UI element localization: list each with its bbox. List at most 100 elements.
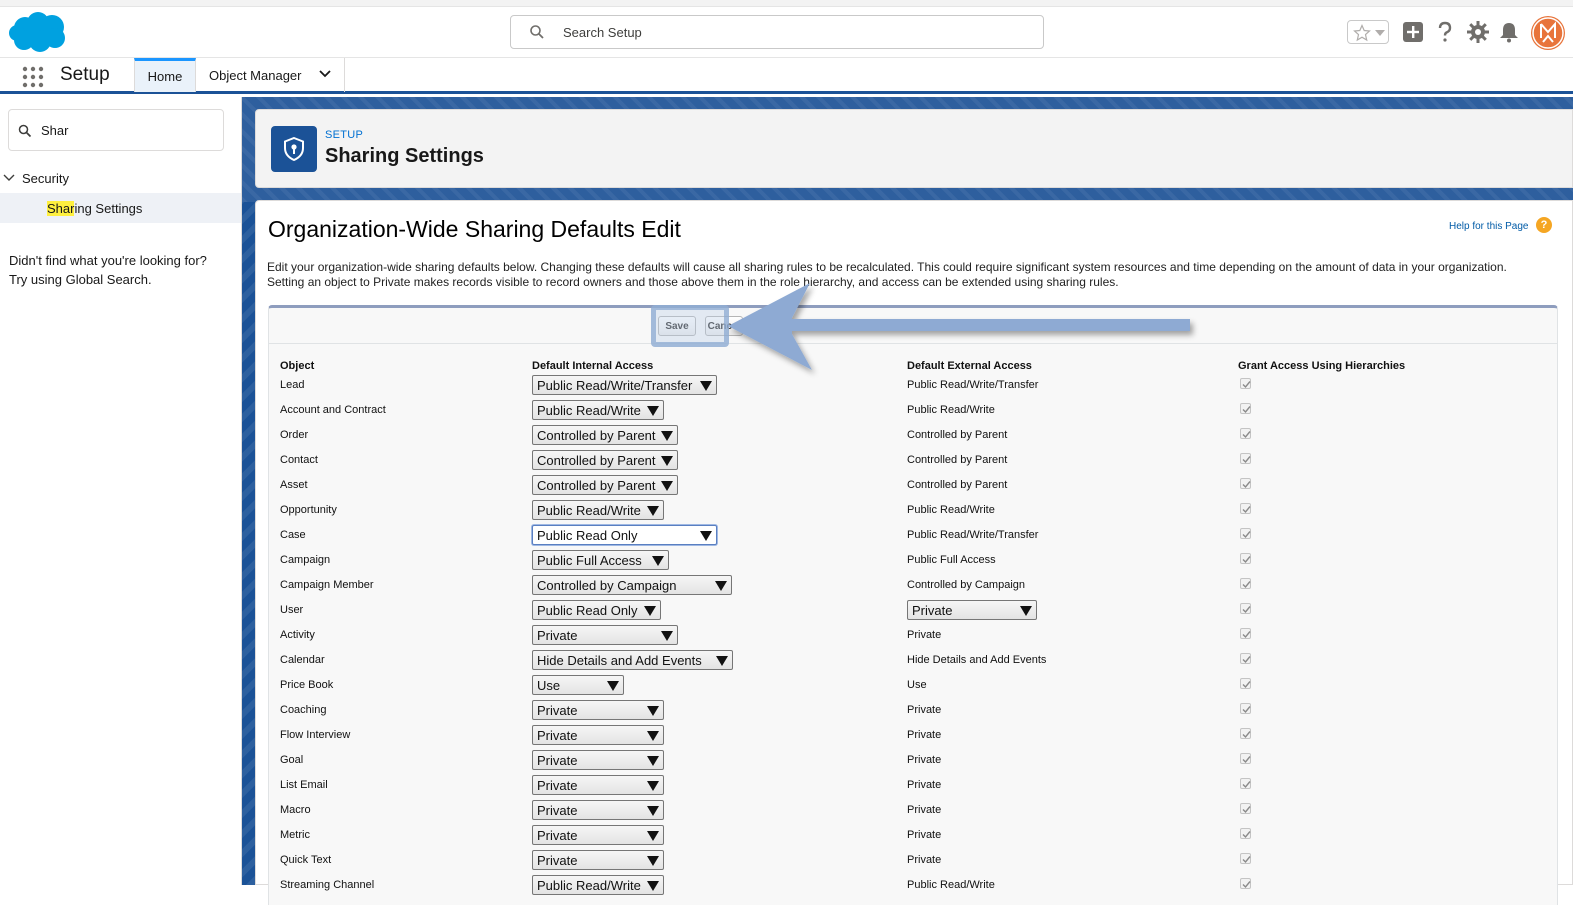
grant-access-checkbox <box>1240 577 1251 589</box>
global-search[interactable] <box>510 15 1044 49</box>
object-name-cell: Goal <box>280 753 304 766</box>
internal-access-select[interactable]: Private <box>532 824 664 845</box>
dropdown-arrow-icon <box>647 705 659 716</box>
search-icon <box>530 25 544 39</box>
internal-access-select[interactable]: Private <box>532 724 664 745</box>
internal-access-cell: Private <box>532 722 907 747</box>
table-body: Lead Public Read/Write/Transfer Public Rea… <box>280 372 1538 897</box>
external-access-cell: Use <box>907 678 927 691</box>
table-row: User Public Read Only Private <box>280 597 1538 622</box>
external-access-select[interactable]: Private <box>907 599 1037 620</box>
object-name-cell: Price Book <box>280 678 334 691</box>
table-row: Goal Private Private <box>280 747 1538 772</box>
object-name-cell: Macro <box>280 803 311 816</box>
hierarchy-cell <box>1238 847 1538 872</box>
internal-access-select[interactable]: Private <box>532 749 664 770</box>
internal-access-select[interactable]: Controlled by Campaign <box>532 574 732 595</box>
internal-access-select[interactable]: Public Read Only <box>532 524 717 545</box>
select-value: Private <box>537 827 578 843</box>
internal-access-select[interactable]: Controlled by Parent <box>532 424 678 445</box>
table-header-row: Object Default Internal Access Default E… <box>280 350 1538 372</box>
table-row: Activity Private Private <box>280 622 1538 647</box>
internal-access-select[interactable]: Hide Details and Add Events <box>532 649 733 670</box>
quick-find[interactable] <box>8 109 224 151</box>
help-question-icon[interactable]: ? <box>1536 217 1552 233</box>
help-icon[interactable] <box>1433 20 1457 44</box>
quick-find-input[interactable] <box>39 120 209 140</box>
table-row: Flow Interview Private Private <box>280 722 1538 747</box>
favorites-button[interactable] <box>1347 20 1389 44</box>
avatar-figure-icon <box>1532 17 1564 49</box>
external-access-cell: Private <box>907 828 942 841</box>
user-avatar[interactable] <box>1531 16 1565 50</box>
object-name-cell: Quick Text <box>280 853 332 866</box>
checkmark-icon <box>1242 805 1251 813</box>
external-access-cell: Private <box>907 803 942 816</box>
external-access-cell: Controlled by Parent <box>907 453 1008 466</box>
internal-access-select[interactable]: Public Read/Write <box>532 499 664 520</box>
context-bar: Setup Home Object Manager <box>0 57 1573 94</box>
dropdown-arrow-icon <box>647 755 659 766</box>
page-block: Save Cancel Object Default Internal Acce… <box>268 305 1558 905</box>
grant-access-checkbox <box>1240 627 1251 639</box>
notification-bell-icon[interactable] <box>1497 20 1521 44</box>
select-value: Private <box>537 727 578 743</box>
gear-icon[interactable] <box>1466 20 1490 44</box>
tab-home[interactable]: Home <box>134 58 196 92</box>
internal-access-select[interactable]: Public Full Access <box>532 549 669 570</box>
salesforce-logo[interactable] <box>8 11 68 53</box>
internal-access-select[interactable]: Private <box>532 624 678 645</box>
hierarchy-cell <box>1238 572 1538 597</box>
grant-access-checkbox <box>1240 602 1251 614</box>
add-icon[interactable] <box>1401 20 1425 44</box>
app-launcher-icon[interactable] <box>22 66 44 88</box>
page-eyebrow: SETUP <box>325 129 364 141</box>
table-row: Metric Private Private <box>280 822 1538 847</box>
external-access-cell: Public Read/Write/Transfer <box>907 528 1039 541</box>
checkmark-icon <box>1242 755 1251 763</box>
checkmark-icon <box>1242 405 1251 413</box>
help-for-this-page-link[interactable]: Help for this Page <box>1449 221 1529 232</box>
chevron-down-icon[interactable] <box>3 173 15 183</box>
grant-access-checkbox <box>1240 377 1251 389</box>
hierarchy-cell <box>1238 747 1538 772</box>
tree-group-security[interactable]: Security <box>0 167 241 191</box>
dropdown-arrow-icon <box>607 680 619 691</box>
hierarchy-cell <box>1238 397 1538 422</box>
internal-access-select[interactable]: Public Read/Write <box>532 399 664 420</box>
select-value: Public Read/Write <box>537 502 641 518</box>
table-row: Campaign Public Full Access Public Full Ac… <box>280 547 1538 572</box>
dropdown-arrow-icon <box>1020 605 1032 616</box>
chevron-down-icon <box>1375 30 1385 36</box>
hierarchy-cell <box>1238 672 1538 697</box>
internal-access-select[interactable]: Controlled by Parent <box>532 474 678 495</box>
object-name-cell: Flow Interview <box>280 728 351 741</box>
select-value: Private <box>537 702 578 718</box>
search-setup-input[interactable] <box>561 20 1031 44</box>
tab-object-manager[interactable]: Object Manager <box>197 58 345 92</box>
checkmark-icon <box>1242 780 1251 788</box>
tree-item-sharing-settings[interactable]: Sharing Settings <box>0 193 241 223</box>
internal-access-select[interactable]: Private <box>532 699 664 720</box>
description-line1: Edit your organization-wide sharing defa… <box>267 260 1507 274</box>
object-name-cell: List Email <box>280 778 328 791</box>
checkmark-icon <box>1242 530 1251 538</box>
internal-access-select[interactable]: Controlled by Parent <box>532 449 678 470</box>
internal-access-select[interactable]: Private <box>532 774 664 795</box>
dropdown-arrow-icon <box>700 530 712 541</box>
grant-access-checkbox <box>1240 852 1251 864</box>
internal-access-select[interactable]: Use <box>532 674 624 695</box>
internal-access-select[interactable]: Private <box>532 799 664 820</box>
select-value: Private <box>537 852 578 868</box>
dropdown-arrow-icon <box>647 505 659 516</box>
checkmark-icon <box>1242 730 1251 738</box>
column-header-hierarchies: Grant Access Using Hierarchies <box>1238 360 1406 372</box>
internal-access-select[interactable]: Public Read Only <box>532 599 661 620</box>
internal-access-select[interactable]: Public Read/Write/Transfer <box>532 374 717 395</box>
star-icon <box>1353 24 1371 42</box>
internal-access-select[interactable]: Private <box>532 849 664 870</box>
dropdown-arrow-icon <box>652 555 664 566</box>
grant-access-checkbox <box>1240 452 1251 464</box>
chevron-down-icon[interactable] <box>319 70 331 78</box>
table-row: Asset Controlled by Parent Controlled by P… <box>280 472 1538 497</box>
